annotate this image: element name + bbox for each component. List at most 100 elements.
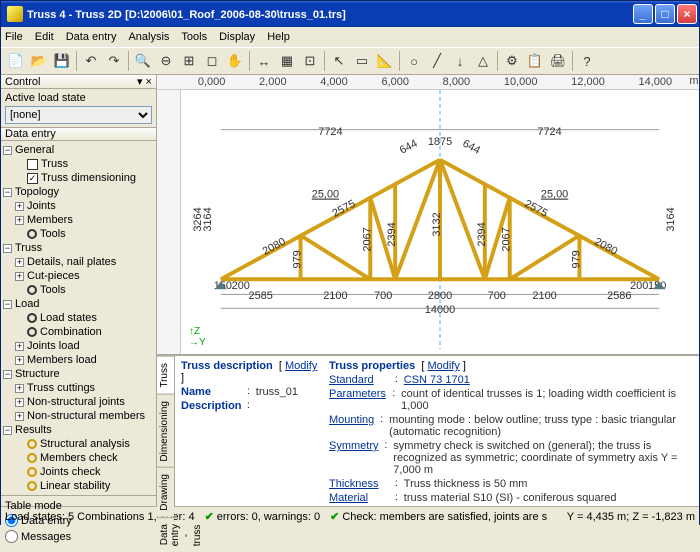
svg-text:2100: 2100	[532, 290, 556, 302]
vtab-de[interactable]: Data entry - truss	[157, 517, 174, 552]
zoomin-icon[interactable]: 🔍	[132, 50, 154, 72]
canvas-area: 0,0002,0004,0006,0008,00010,00012,00014,…	[157, 75, 699, 506]
ruler-y	[157, 90, 181, 354]
circle-icon	[27, 467, 37, 477]
svg-text:2394: 2394	[476, 222, 488, 246]
calc-icon[interactable]: ⚙	[501, 50, 523, 72]
menu-analysis[interactable]: Analysis	[128, 31, 169, 43]
select-icon[interactable]: ▭	[351, 50, 373, 72]
vtab-dim[interactable]: Dimensioning	[157, 394, 174, 468]
report-icon[interactable]: 📋	[524, 50, 546, 72]
zoomwin-icon[interactable]: ◻	[201, 50, 223, 72]
prop-label[interactable]: Parameters	[329, 388, 386, 412]
tree-item[interactable]: Non-structural members	[27, 410, 145, 422]
zoomfit-icon[interactable]: ⊞	[178, 50, 200, 72]
expand-icon[interactable]: −	[3, 426, 12, 435]
svg-text:2575: 2575	[330, 198, 357, 220]
svg-text:2080: 2080	[261, 236, 288, 258]
tree-item[interactable]: Details, nail plates	[27, 256, 116, 268]
pan-icon[interactable]: ✋	[224, 50, 246, 72]
tree-item[interactable]: Linear stability	[40, 480, 110, 492]
menu-display[interactable]: Display	[219, 31, 255, 43]
load-icon[interactable]: ↓	[449, 50, 471, 72]
expand-icon[interactable]: −	[3, 146, 12, 155]
tree-item[interactable]: Members check	[40, 452, 118, 464]
circle-icon	[27, 439, 37, 449]
pointer-icon[interactable]: ↖	[328, 50, 350, 72]
tree-item[interactable]: Combination	[40, 326, 102, 338]
snap-icon[interactable]: ⊡	[299, 50, 321, 72]
tree-item[interactable]: Truss dimensioning	[41, 172, 136, 184]
modify-link[interactable]: Modify	[427, 360, 459, 372]
desc-header: Truss description	[181, 360, 273, 372]
active-load-select[interactable]: [none]	[5, 106, 152, 124]
new-icon[interactable]: 📄	[5, 50, 27, 72]
circle-icon	[27, 327, 37, 337]
tree-item[interactable]: Members	[27, 214, 73, 226]
expand-icon[interactable]: −	[3, 300, 12, 309]
checkbox[interactable]	[27, 173, 38, 184]
svg-text:200: 200	[630, 280, 648, 292]
tree-topology[interactable]: Topology	[15, 186, 59, 198]
expand-icon[interactable]: −	[3, 188, 12, 197]
svg-text:3132: 3132	[431, 212, 443, 236]
minimize-button[interactable]: _	[633, 4, 653, 24]
axes-indicator: ↑Z→Y	[189, 326, 206, 348]
tree-item[interactable]: Tools	[40, 228, 66, 240]
modify-link[interactable]: Modify	[285, 360, 317, 372]
menu-help[interactable]: Help	[267, 31, 290, 43]
grid-icon[interactable]: ▦	[276, 50, 298, 72]
tree-item[interactable]: Structural analysis	[40, 438, 130, 450]
prop-label[interactable]: Standard	[329, 374, 389, 386]
expand-icon[interactable]: −	[3, 244, 12, 253]
print-icon[interactable]: 🖨	[547, 50, 569, 72]
radio-messages[interactable]: Messages	[5, 530, 71, 543]
open-icon[interactable]: 📂	[28, 50, 50, 72]
tree-item[interactable]: Cut-pieces	[27, 270, 80, 282]
status-errors: errors: 0, warnings: 0	[217, 511, 320, 523]
save-icon[interactable]: 💾	[51, 50, 73, 72]
tree-load[interactable]: Load	[15, 298, 39, 310]
joint-icon[interactable]: ○	[403, 50, 425, 72]
tree-item[interactable]: Members load	[27, 354, 97, 366]
drawing-canvas[interactable]: 77247724 14000 2585210070028007002100258…	[181, 90, 699, 354]
tree-item[interactable]: Non-structural joints	[27, 396, 125, 408]
tree-item[interactable]: Truss cuttings	[27, 382, 95, 394]
support-icon[interactable]: △	[472, 50, 494, 72]
tree-truss[interactable]: Truss	[15, 242, 42, 254]
maximize-button[interactable]: □	[655, 4, 675, 24]
menu-file[interactable]: File	[5, 31, 23, 43]
tree-structure[interactable]: Structure	[15, 368, 60, 380]
zoomout-icon[interactable]: ⊖	[155, 50, 177, 72]
tree-item[interactable]: Joints	[27, 200, 56, 212]
window-title: Truss 4 - Truss 2D [D:\2006\01_Roof_2006…	[27, 7, 633, 21]
undo-icon[interactable]: ↶	[80, 50, 102, 72]
measure-icon[interactable]: 📐	[374, 50, 396, 72]
checkbox[interactable]	[27, 159, 38, 170]
member-icon[interactable]: ╱	[426, 50, 448, 72]
menu-dataentry[interactable]: Data entry	[66, 31, 117, 43]
tree-general[interactable]: General	[15, 144, 54, 156]
tree-item[interactable]: Joints check	[40, 466, 101, 478]
svg-text:25,00: 25,00	[312, 189, 339, 201]
close-button[interactable]: ×	[677, 4, 697, 24]
help-icon[interactable]: ?	[576, 50, 598, 72]
prop-label[interactable]: Thickness	[329, 478, 389, 490]
menu-tools[interactable]: Tools	[181, 31, 207, 43]
tree-item[interactable]: Truss	[41, 158, 68, 170]
prop-label[interactable]: Mounting	[329, 414, 374, 438]
redo-icon[interactable]: ↷	[103, 50, 125, 72]
expand-icon[interactable]: −	[3, 370, 12, 379]
prop-label[interactable]: Material	[329, 492, 389, 504]
prop-label[interactable]: Symmetry	[329, 440, 379, 476]
tree: −General Truss Truss dimensioning −Topol…	[1, 141, 156, 495]
vtab-drawing[interactable]: Drawing	[157, 467, 174, 517]
tree-item[interactable]: Joints load	[27, 340, 80, 352]
tree-item[interactable]: Load states	[40, 312, 97, 324]
svg-text:700: 700	[488, 290, 506, 302]
dim-icon[interactable]: ↔	[253, 50, 275, 72]
tree-results[interactable]: Results	[15, 424, 52, 436]
vtab-truss[interactable]: Truss	[157, 356, 174, 394]
tree-item[interactable]: Tools	[40, 284, 66, 296]
menu-edit[interactable]: Edit	[35, 31, 54, 43]
